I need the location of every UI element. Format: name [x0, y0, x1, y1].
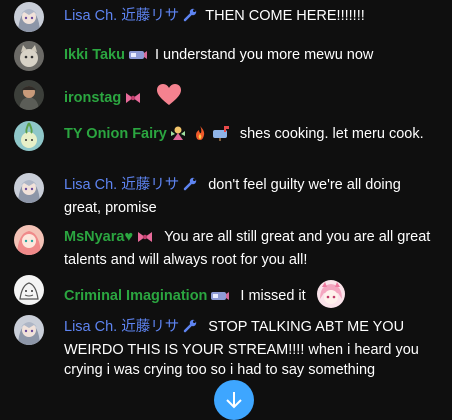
message-text: shes cooking. let meru cook.	[239, 126, 424, 142]
author-name[interactable]: Lisa Ch. 近藤リサ	[64, 319, 179, 335]
arrow-down-icon	[226, 392, 242, 409]
mailbox-icon	[212, 125, 230, 147]
scroll-to-bottom-button[interactable]	[214, 380, 254, 420]
avatar[interactable]	[14, 80, 44, 110]
live-chat-feed: Lisa Ch. 近藤リサ THEN COME HERE!!!!!!! Ikki …	[0, 0, 452, 403]
message-text: I missed it	[240, 288, 306, 304]
member-badge-icon	[210, 289, 230, 309]
author-name[interactable]: ironstag	[64, 90, 121, 106]
avatar[interactable]	[14, 315, 44, 345]
fairy-icon	[170, 125, 186, 147]
author-name[interactable]: MsNyara♥	[64, 229, 133, 245]
avatar[interactable]	[14, 41, 44, 71]
avatar[interactable]	[14, 225, 44, 255]
author-name[interactable]: TY Onion Fairy	[64, 126, 167, 142]
author-name[interactable]: Lisa Ch. 近藤リサ	[64, 177, 179, 193]
avatar[interactable]	[14, 2, 44, 32]
fire-icon	[192, 125, 208, 147]
message-text: THEN COME HERE!!!!!!!	[205, 8, 365, 24]
avatar[interactable]	[14, 121, 44, 151]
member-badge-icon	[128, 48, 148, 68]
avatar[interactable]	[14, 173, 44, 203]
heart-emoji	[156, 84, 182, 112]
bow-icon	[124, 91, 142, 111]
author-name[interactable]: Criminal Imagination	[64, 288, 207, 304]
bow-icon	[136, 230, 154, 250]
wrench-icon	[182, 318, 198, 340]
wrench-icon	[182, 176, 198, 198]
author-name[interactable]: Lisa Ch. 近藤リサ	[64, 8, 179, 24]
wrench-icon	[182, 7, 198, 29]
author-name[interactable]: Ikki Taku	[64, 47, 125, 63]
vtuber-sticker-emoji	[316, 279, 346, 315]
avatar[interactable]	[14, 275, 44, 305]
message-text: I understand you more mewu now	[154, 47, 374, 63]
